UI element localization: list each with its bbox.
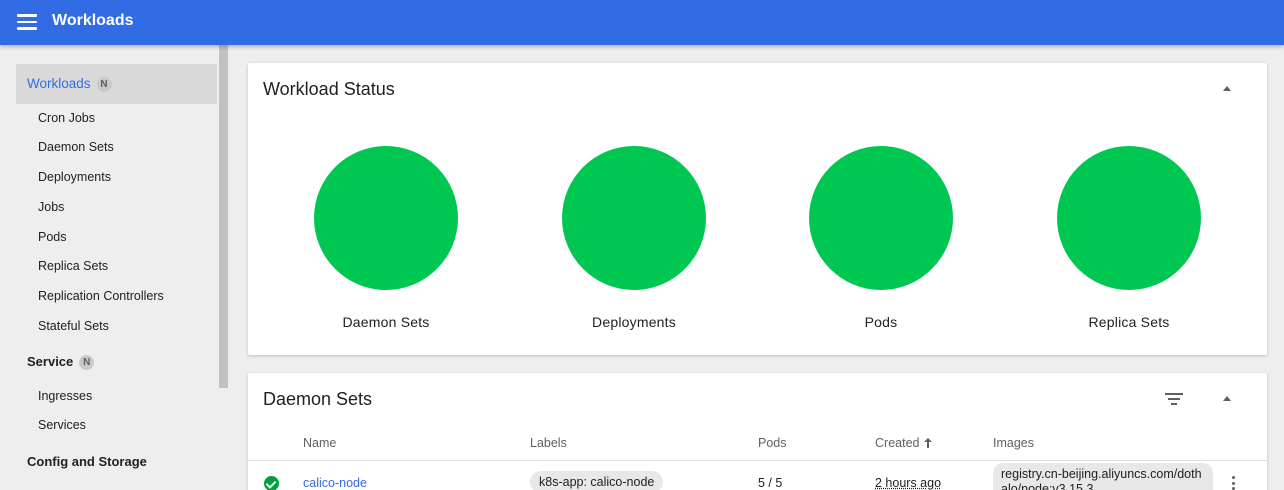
sidebar-nav: Workloads N Cron Jobs Daemon Sets Deploym… (0, 45, 228, 490)
sidebar-item-cron-jobs[interactable]: Cron Jobs (38, 111, 95, 125)
filter-icon[interactable] (1165, 393, 1183, 406)
label-chip: k8s-app: calico-node (530, 471, 664, 490)
namespaced-badge: N (96, 77, 112, 92)
sidebar-item-daemon-sets[interactable]: Daemon Sets (38, 140, 114, 154)
status-label: Daemon Sets (342, 314, 430, 330)
status-chart-daemon-sets[interactable]: Daemon Sets (276, 146, 496, 330)
sidebar-item-deployments[interactable]: Deployments (38, 170, 111, 184)
column-header-images: Images (993, 436, 1034, 450)
sidebar-section-config-and-storage[interactable]: Config and Storage (27, 454, 147, 469)
created-time: 2 hours ago (875, 476, 942, 490)
sidebar-section-workloads[interactable]: Workloads N (27, 76, 112, 92)
column-header-name[interactable]: Name (303, 436, 336, 450)
sort-ascending-icon (924, 438, 933, 448)
card-title: Daemon Sets (263, 389, 373, 409)
sidebar-section-label: Workloads (27, 76, 91, 91)
status-chart-pods[interactable]: Pods (771, 146, 991, 330)
sidebar-scrollbar[interactable] (219, 45, 228, 388)
status-label: Replica Sets (1088, 314, 1170, 330)
column-header-label: Created (875, 436, 920, 450)
sidebar-item-stateful-sets[interactable]: Stateful Sets (38, 319, 109, 333)
sidebar-item-jobs[interactable]: Jobs (38, 200, 64, 214)
sidebar-item-replication-controllers[interactable]: Replication Controllers (38, 289, 164, 303)
top-app-bar: Workloads (0, 0, 1284, 45)
daemon-sets-card: Daemon Sets Name Labels Pods Created Ima… (248, 373, 1267, 490)
menu-icon[interactable] (17, 14, 37, 30)
sidebar-section-service[interactable]: Service N (27, 354, 95, 370)
namespaced-badge: N (79, 355, 95, 370)
card-title: Workload Status (263, 79, 395, 99)
resource-name-link[interactable]: calico-node (303, 476, 367, 490)
sidebar-item-replica-sets[interactable]: Replica Sets (38, 259, 108, 273)
status-pie-pods (809, 146, 953, 290)
status-label: Pods (864, 314, 898, 330)
sidebar-section-label: Service (27, 354, 74, 369)
check-circle-icon (264, 476, 279, 490)
status-pie-daemon-sets (314, 146, 458, 290)
sidebar-item-pods[interactable]: Pods (38, 230, 67, 244)
collapse-icon[interactable] (1223, 396, 1231, 401)
column-header-pods: Pods (758, 436, 787, 450)
status-chart-deployments[interactable]: Deployments (524, 146, 744, 330)
sidebar-item-services[interactable]: Services (38, 418, 86, 432)
status-label: Deployments (592, 314, 676, 330)
column-header-labels: Labels (530, 436, 567, 450)
sidebar-section-label: Config and Storage (27, 454, 147, 469)
divider (248, 460, 1267, 461)
more-vert-icon[interactable] (1232, 476, 1236, 490)
workload-status-card: Workload Status Daemon Sets Deployments … (248, 63, 1267, 355)
page-title: Workloads (52, 12, 134, 29)
status-chart-replica-sets[interactable]: Replica Sets (1019, 146, 1239, 330)
column-header-created[interactable]: Created (875, 436, 933, 450)
status-pie-deployments (562, 146, 706, 290)
pods-count: 5 / 5 (758, 476, 783, 490)
status-pie-replica-sets (1057, 146, 1201, 290)
collapse-icon[interactable] (1223, 86, 1231, 91)
image-chip: registry.cn-beijing.aliyuncs.com/dothalo… (993, 463, 1213, 490)
sidebar-item-ingresses[interactable]: Ingresses (38, 389, 92, 403)
